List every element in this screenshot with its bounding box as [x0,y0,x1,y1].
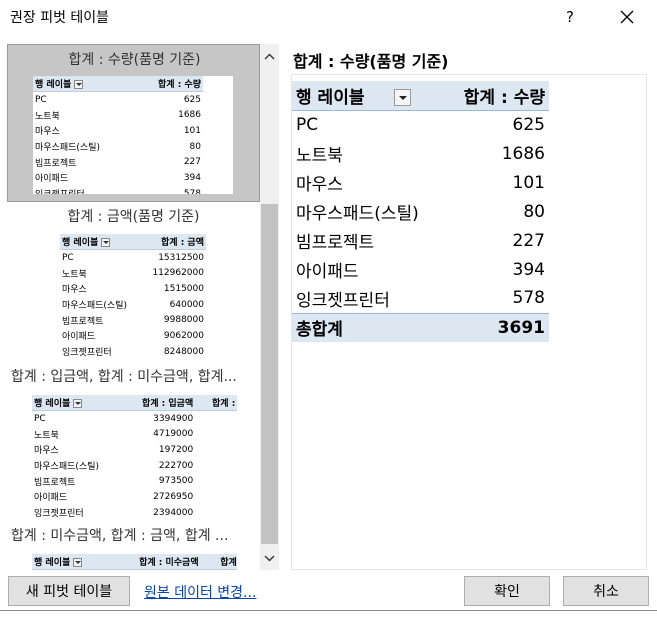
gallery-item-label: 합계 : 수량(품명 기준) [68,52,201,68]
grand-total-row: 총합계 3691 [292,312,549,342]
thumb-row: 마우스패드(스틸) 640000 [62,299,204,312]
thumb-row: PC 15312500 [62,252,204,263]
thumb-row: 잉크젯프린터578 [35,188,201,194]
thumb-table: 행 레이블 합계 : 수량 PC 625 노트북 1686 마우스 101 마우스패드… [33,76,203,194]
preview-title: 합계 : 수량(품명 기준) [293,52,449,71]
thumb-row: 마우스패드(스틸) 80 [35,141,201,154]
change-source-data-link[interactable]: 원본 데이터 변경... [144,582,256,602]
thumb-row: 마우스 1515000 [62,283,204,296]
table-row: 빔프로젝트 227 [296,230,545,254]
filter-dropdown-icon [73,558,83,568]
thumb-table-box: 행 레이블 합계 : 수량 PC 625 노트북 1686 마우스 101 마우스패드… [33,76,233,194]
ok-button[interactable]: 확인 [464,576,550,606]
thumb-row: 아이패드 9062000 [62,330,204,343]
filter-dropdown-icon [73,399,83,409]
gallery-item-unpaid[interactable]: 합계 : 미수금액, 합계 : 금액, 합계 ... 행 레이블 합계 : 미수… [7,520,260,570]
thumb-row: 노트북 112962000 [62,268,204,280]
title-bar: 권장 피벗 테이블 ? [0,0,657,34]
thumb-row: 아이패드 394 [35,172,201,185]
value-header: 합계 : 수량 [444,81,549,111]
help-button[interactable]: ? [553,2,587,32]
recommendation-gallery: 합계 : 수량(품명 기준) 행 레이블 합계 : 수량 PC 625 노트북 16… [7,44,260,570]
row-label-header: 행 레이블 [296,87,365,108]
thumb-row: 마우스 101 [35,125,201,138]
scrollbar-thumb[interactable] [261,204,278,544]
gallery-item-deposit[interactable]: 합계 : 입금액, 합계 : 미수금액, 합계... 행 레이블 합계 : 입금… [7,362,260,520]
preview-header-row: 행 레이블 합계 : 수량 [292,81,549,111]
thumb-table-box: 행 레이블 합계 : 입금액 합계 : 미수 PC3394900119 노트북4… [32,395,237,517]
scroll-down-button[interactable] [260,550,279,567]
gallery-item-quantity[interactable]: 합계 : 수량(품명 기준) 행 레이블 합계 : 수량 PC 625 노트북 16… [7,44,260,202]
filter-dropdown-icon [101,238,111,248]
table-row: 노트북 1686 [296,143,545,167]
thumb-row: 노트북471900041 [34,429,194,441]
table-row: 마우스패드(스틸) 80 [296,201,545,225]
scroll-up-button[interactable] [260,48,279,65]
thumb-row: 빔프로젝트97350090 [34,476,194,488]
filter-dropdown-icon [74,80,84,90]
pivot-preview: 행 레이블 합계 : 수량 PC 625 노트북 1686 마우스 101 마우스패드… [291,74,647,570]
thumb-row: 잉크젯프린터 8248000 [62,346,204,356]
cancel-button[interactable]: 취소 [563,576,649,606]
thumb-table: 행 레이블 합계 : 금액 PC 15312500 노트북 112962000 마우… [60,234,206,356]
table-row: 마우스 101 [296,172,545,196]
close-button[interactable] [609,2,645,32]
new-pivot-table-button[interactable]: 새 피벗 테이블 [8,576,130,606]
thumb-header-row: 행 레이블 합계 : 금액 [60,234,206,251]
help-icon: ? [566,8,574,26]
gallery-item-amount[interactable]: 합계 : 금액(품명 기준) 행 레이블 합계 : 금액 PC 15312500 … [7,204,260,360]
thumb-header-row: 행 레이블 합계 : 수량 [33,76,203,93]
preview-table: 행 레이블 합계 : 수량 PC 625 노트북 1686 마우스 101 마우스패드… [292,81,549,342]
dialog-title: 권장 피벗 테이블 [10,10,110,26]
thumb-row: 빔프로젝트 227 [35,157,201,169]
thumb-table: 행 레이블 합계 : 미수금액 합계 : 금 [32,554,237,570]
thumb-row: 아이패드272695063 [34,491,194,504]
thumb-row: 노트북 1686 [35,110,201,122]
chevron-up-icon [264,53,275,60]
gallery-item-label: 합계 : 입금액, 합계 : 미수금액, 합계... [11,369,237,385]
table-row: 아이패드 394 [296,259,545,283]
thumb-table-box: 행 레이블 합계 : 미수금액 합계 : 금 [32,554,237,570]
table-row: PC 625 [296,114,545,135]
chevron-down-icon [264,555,275,562]
gallery-item-label: 합계 : 금액(품명 기준) [67,209,200,225]
close-icon [620,10,634,24]
thumb-header-row: 행 레이블 합계 : 미수금액 합계 : 금 [32,554,237,570]
thumb-table: 행 레이블 합계 : 입금액 합계 : 미수 PC3394900119 노트북4… [32,395,237,517]
gallery-scrollbar[interactable] [260,44,279,570]
filter-dropdown-icon [394,89,412,107]
thumb-row: 마우스19720013 [34,444,194,457]
thumb-row: 잉크젯프린터239400058 [34,507,194,517]
thumb-row: PC3394900119 [34,413,194,424]
thumb-table-box: 행 레이블 합계 : 금액 PC 15312500 노트북 112962000 마우… [60,234,210,356]
thumb-row: 빔프로젝트 9988000 [62,315,204,327]
table-row: 잉크젯프린터 578 [296,288,545,311]
thumb-header-row: 행 레이블 합계 : 입금액 합계 : 미수 [32,395,237,412]
gallery-item-label: 합계 : 미수금액, 합계 : 금액, 합계 ... [11,528,229,544]
background-sheet-edge [0,610,657,617]
thumb-row: 마우스패드(스틸)2227004 [34,460,194,473]
thumb-row: PC 625 [35,94,201,105]
